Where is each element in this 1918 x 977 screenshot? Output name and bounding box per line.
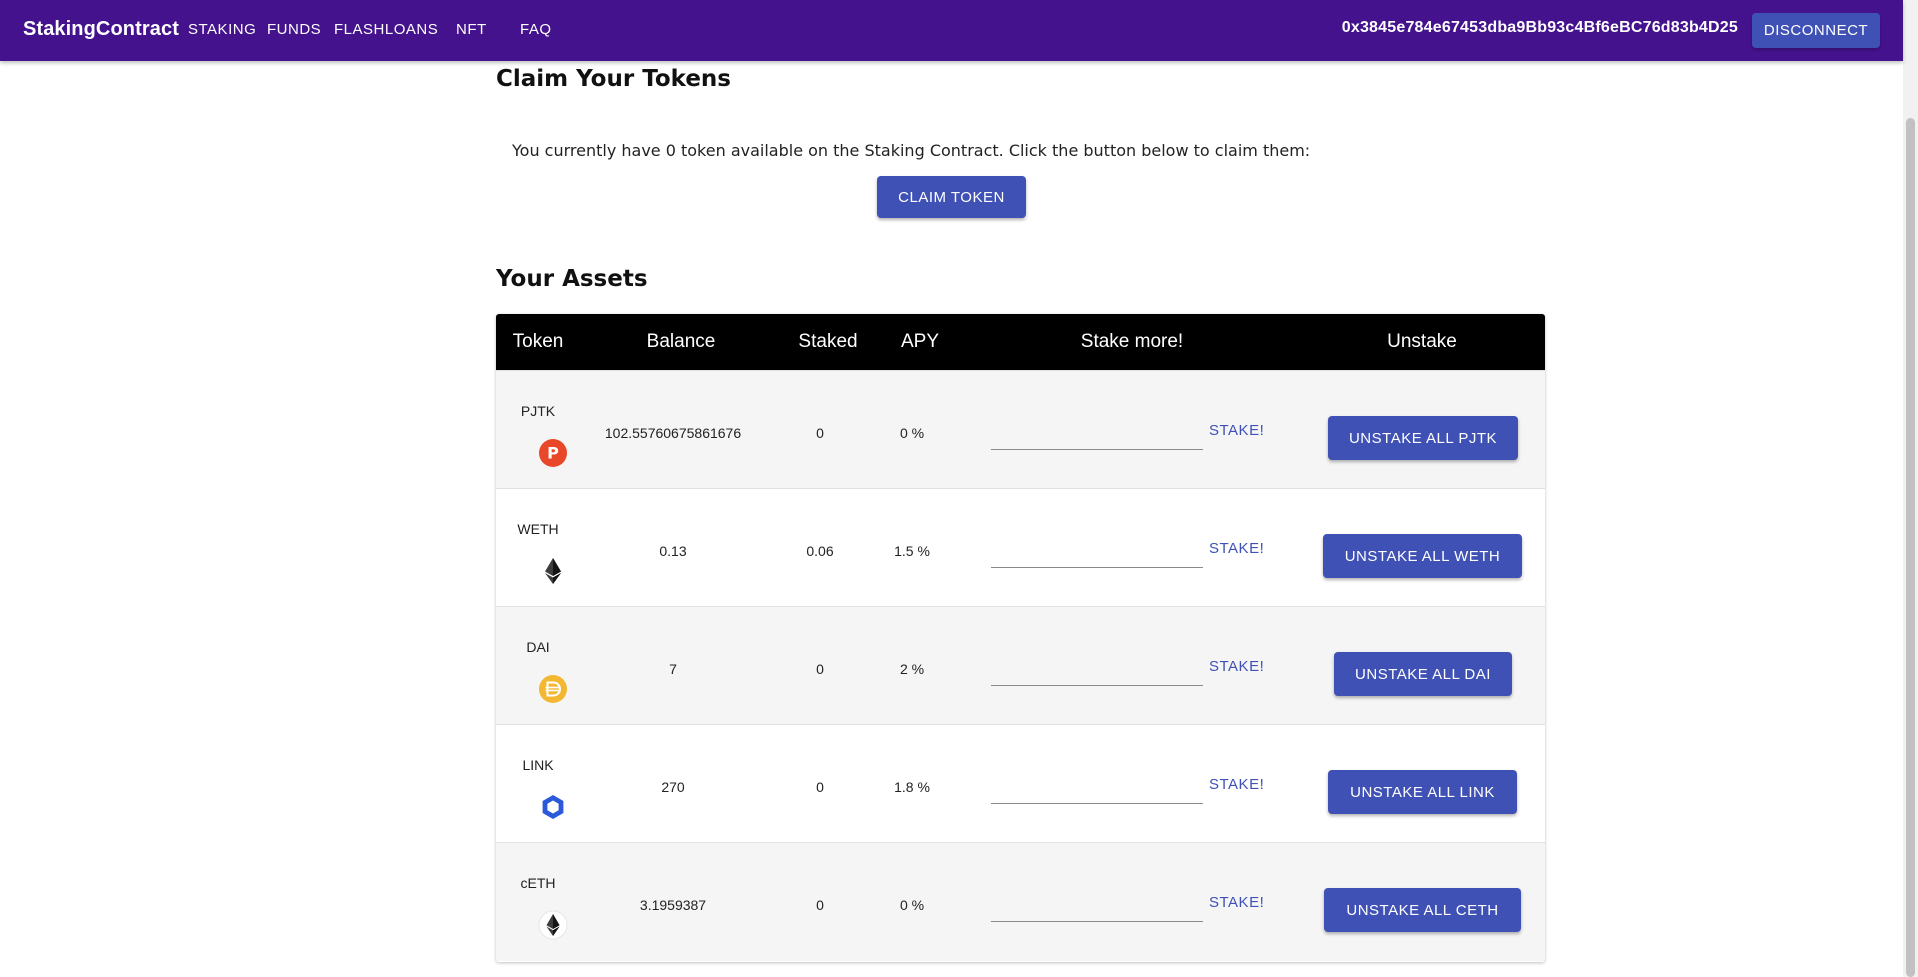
assets-table: Token Balance Staked APY Stake more! Uns…: [496, 314, 1545, 962]
token-balance: 0.13: [659, 543, 687, 559]
claim-heading: Claim Your Tokens: [496, 66, 731, 92]
token-balance: 7: [669, 661, 677, 677]
token-staked: 0: [816, 661, 824, 677]
unstake-all-link-button[interactable]: UNSTAKE ALL LINK: [1328, 770, 1517, 814]
unstake-all-dai-button[interactable]: UNSTAKE ALL DAI: [1334, 652, 1512, 696]
token-apy: 0 %: [899, 425, 925, 441]
claim-token-button[interactable]: CLAIM TOKEN: [877, 176, 1026, 218]
token-apy: 1.8 %: [894, 779, 930, 795]
stake-button[interactable]: STAKE!: [1209, 658, 1264, 675]
col-staked: Staked: [798, 331, 858, 352]
nav-nft[interactable]: NFT: [456, 21, 487, 38]
claim-description: You currently have 0 token available on …: [512, 141, 1311, 160]
token-symbol: cETH: [520, 875, 556, 891]
unstake-all-ceth-button[interactable]: UNSTAKE ALL CETH: [1324, 888, 1521, 932]
token-balance: 3.1959387: [639, 897, 707, 913]
table-row: LINK 270 0 1.8 % STAKE! UNSTAKE ALL LINK: [496, 724, 1545, 843]
stake-amount-input[interactable]: [991, 663, 1203, 686]
scrollbar-thumb[interactable]: [1906, 118, 1915, 977]
col-stake-more: Stake more!: [1080, 331, 1184, 352]
token-staked: 0.06: [806, 543, 834, 559]
col-unstake: Unstake: [1387, 331, 1457, 352]
stake-amount-input[interactable]: [991, 545, 1203, 568]
token-symbol: WETH: [517, 521, 559, 537]
col-balance: Balance: [646, 331, 716, 352]
token-symbol: DAI: [526, 639, 550, 655]
stake-button[interactable]: STAKE!: [1209, 540, 1264, 557]
unstake-all-pjtk-button[interactable]: UNSTAKE ALL PJTK: [1328, 416, 1518, 460]
nav-flashloans[interactable]: FLASHLOANS: [334, 21, 438, 38]
chainlink-icon: [542, 795, 564, 819]
nav-faq[interactable]: FAQ: [520, 21, 552, 38]
pjtk-coin-icon: P: [539, 439, 567, 467]
token-apy: 1.5 %: [894, 543, 930, 559]
col-apy: APY: [900, 331, 940, 352]
stake-button[interactable]: STAKE!: [1209, 894, 1264, 911]
token-symbol: PJTK: [520, 403, 556, 419]
token-balance: 102.55760675861676: [604, 425, 742, 441]
token-staked: 0: [816, 425, 824, 441]
token-staked: 0: [816, 779, 824, 795]
token-apy: 0 %: [899, 897, 925, 913]
table-header: Token Balance Staked APY Stake more! Uns…: [496, 314, 1545, 370]
brand-title[interactable]: StakingContract: [23, 18, 179, 41]
table-row: PJTK P 102.55760675861676 0 0 % STAKE! U…: [496, 370, 1545, 489]
ceth-coin-icon: [538, 910, 568, 940]
table-row: WETH 0.13 0.06 1.5 % STAKE! UNSTAKE ALL …: [496, 488, 1545, 607]
nav-funds[interactable]: FUNDS: [267, 21, 321, 38]
assets-heading: Your Assets: [496, 266, 648, 292]
stake-amount-input[interactable]: [991, 427, 1203, 450]
table-row: DAI 7 0 2 % STAKE! UNSTAKE ALL DAI: [496, 606, 1545, 725]
col-token: Token: [512, 331, 564, 352]
stake-amount-input[interactable]: [991, 781, 1203, 804]
wallet-address: 0x3845e784e67453dba9Bb93c4Bf6eBC76d83b4D…: [1341, 19, 1738, 36]
ethereum-icon: [545, 558, 561, 584]
stake-button[interactable]: STAKE!: [1209, 776, 1264, 793]
token-staked: 0: [816, 897, 824, 913]
token-balance: 270: [661, 779, 685, 795]
dai-coin-icon: [539, 675, 567, 703]
stake-amount-input[interactable]: [991, 899, 1203, 922]
disconnect-button[interactable]: DISCONNECT: [1752, 13, 1880, 48]
unstake-all-weth-button[interactable]: UNSTAKE ALL WETH: [1323, 534, 1522, 578]
token-apy: 2 %: [899, 661, 925, 677]
stake-button[interactable]: STAKE!: [1209, 422, 1264, 439]
scrollbar-track[interactable]: [1903, 0, 1918, 977]
app-bar: StakingContract STAKING FUNDS FLASHLOANS…: [0, 0, 1903, 61]
nav-staking[interactable]: STAKING: [188, 21, 256, 38]
token-symbol: LINK: [522, 757, 554, 773]
svg-text:P: P: [547, 444, 559, 463]
table-row: cETH 3.1959387 0 0 % STAKE! UNSTAKE ALL …: [496, 842, 1545, 961]
